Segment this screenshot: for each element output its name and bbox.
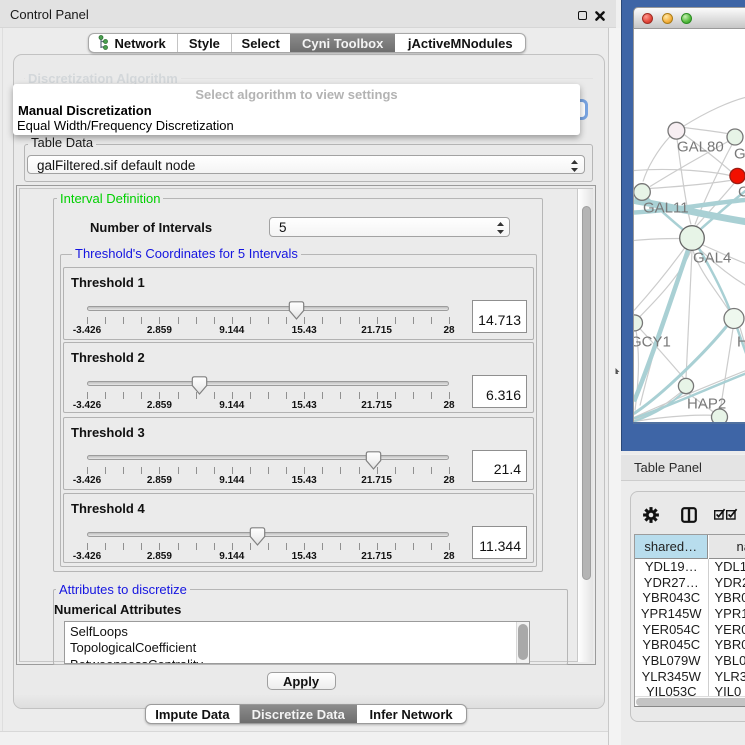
svg-text:GCY1: GCY1 [634,333,671,350]
svg-text:C1: C1 [738,183,745,200]
svg-text:GAL11: GAL11 [643,199,689,216]
svg-text:GAL80: GAL80 [677,138,724,155]
svg-text:HAP2: HAP2 [687,395,726,412]
svg-text:GA: GA [734,145,745,162]
svg-text:GAL4: GAL4 [693,249,731,266]
svg-text:HI: HI [737,333,745,350]
